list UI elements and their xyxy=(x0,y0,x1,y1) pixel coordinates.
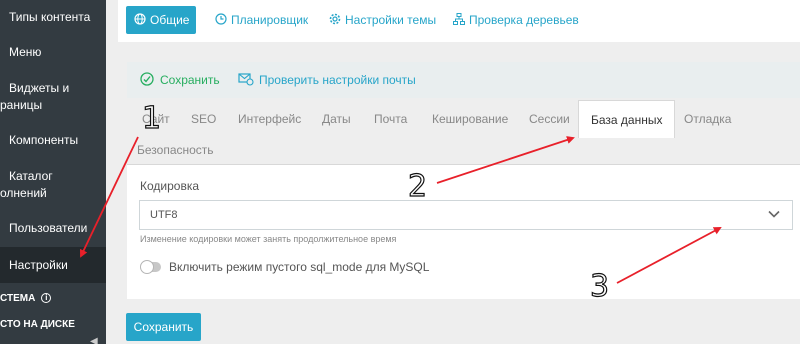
tree-icon xyxy=(452,6,466,34)
sidebar-item-addons[interactable]: Каталог олнений xyxy=(0,168,106,202)
tab-theme-settings[interactable]: Настройки темы xyxy=(321,6,443,34)
sidebar-item-label: Типы контента xyxy=(9,10,91,24)
tab-tree-check[interactable]: Проверка деревьев xyxy=(445,6,586,34)
top-tabs-bar: Общие Планировщик Настройки темы Проверк… xyxy=(118,0,800,42)
section-label: СТЕМА xyxy=(0,293,36,304)
tab-label: Планировщик xyxy=(231,13,309,27)
toggle-knob xyxy=(140,260,154,274)
sidebar-item-label: Компоненты xyxy=(9,133,79,147)
encoding-select[interactable]: UTF8 xyxy=(139,200,793,230)
tab-dates[interactable]: Даты xyxy=(322,100,351,138)
sidebar-item-label: Каталог xyxy=(9,169,53,183)
tab-caching[interactable]: Кеширование xyxy=(432,100,508,138)
encoding-value: UTF8 xyxy=(150,209,178,221)
gear-icon xyxy=(328,6,342,34)
tab-mail[interactable]: Почта xyxy=(374,100,407,138)
check-mail-action[interactable]: Проверить настройки почты xyxy=(238,71,416,89)
sidebar-item-label: Пользователи xyxy=(9,221,88,235)
sidebar-section-system: СТЕМА i xyxy=(0,292,52,306)
tab-scheduler[interactable]: Планировщик xyxy=(207,6,315,34)
encoding-help-text: Изменение кодировки может занять продолж… xyxy=(140,234,397,244)
clock-icon xyxy=(214,6,228,34)
check-mail-label: Проверить настройки почты xyxy=(259,73,416,87)
tab-security[interactable]: Безопасность xyxy=(137,131,214,169)
sidebar-item-widgets[interactable]: Виджеты и раницы xyxy=(0,80,106,114)
sidebar-item-label: Виджеты и xyxy=(9,81,70,95)
sidebar-item-label: Меню xyxy=(9,45,42,59)
sidebar-item-label-cont: олнений xyxy=(0,186,47,200)
action-bar: Сохранить Проверить настройки почты xyxy=(127,62,800,98)
save-button[interactable]: Сохранить xyxy=(126,313,201,341)
tab-sessions[interactable]: Сессии xyxy=(529,100,570,138)
sql-mode-toggle[interactable] xyxy=(140,260,161,274)
tab-interface[interactable]: Интерфейс xyxy=(238,100,301,138)
encoding-label: Кодировка xyxy=(140,179,200,193)
save-action[interactable]: Сохранить xyxy=(139,71,220,89)
save-icon xyxy=(139,71,155,89)
section-label: СТО НА ДИСКЕ xyxy=(0,319,75,330)
save-action-label: Сохранить xyxy=(160,73,220,87)
tab-general[interactable]: Общие xyxy=(126,6,197,34)
sidebar-item-menu[interactable]: Меню xyxy=(0,43,106,61)
tab-label: Настройки темы xyxy=(345,13,437,27)
sidebar-item-label: Настройки xyxy=(9,258,68,272)
database-settings-panel: Кодировка UTF8 Изменение кодировки может… xyxy=(127,165,800,299)
sidebar-item-users[interactable]: Пользователи xyxy=(0,219,106,237)
sidebar-item-settings[interactable]: Настройки xyxy=(0,247,106,283)
settings-tabs: Сайт SEO Интерфейс Даты Почта Кешировани… xyxy=(127,100,800,165)
sidebar: Типы контента Меню Виджеты и раницы Комп… xyxy=(0,0,106,344)
sidebar-section-disk: СТО НА ДИСКЕ xyxy=(0,318,75,332)
tab-debug[interactable]: Отладка xyxy=(684,100,731,138)
annotation-number-2: 2 xyxy=(407,169,428,204)
annotation-number-1: 1 xyxy=(141,101,162,136)
globe-icon xyxy=(133,6,147,34)
tab-label: Общие xyxy=(150,13,190,27)
sidebar-item-content-types[interactable]: Типы контента xyxy=(0,8,106,26)
sidebar-item-label-cont: раницы xyxy=(0,98,43,112)
sidebar-item-components[interactable]: Компоненты xyxy=(0,131,106,149)
chevron-down-icon xyxy=(768,210,780,218)
sql-mode-label: Включить режим пустого sql_mode для MySQ… xyxy=(169,260,430,274)
tab-database[interactable]: База данных xyxy=(578,100,676,138)
tab-label: Проверка деревьев xyxy=(469,13,579,27)
info-icon[interactable]: i xyxy=(41,293,52,303)
mail-check-icon xyxy=(238,71,254,89)
annotation-number-3: 3 xyxy=(589,269,610,304)
collapse-icon[interactable]: ◀ xyxy=(90,336,98,344)
